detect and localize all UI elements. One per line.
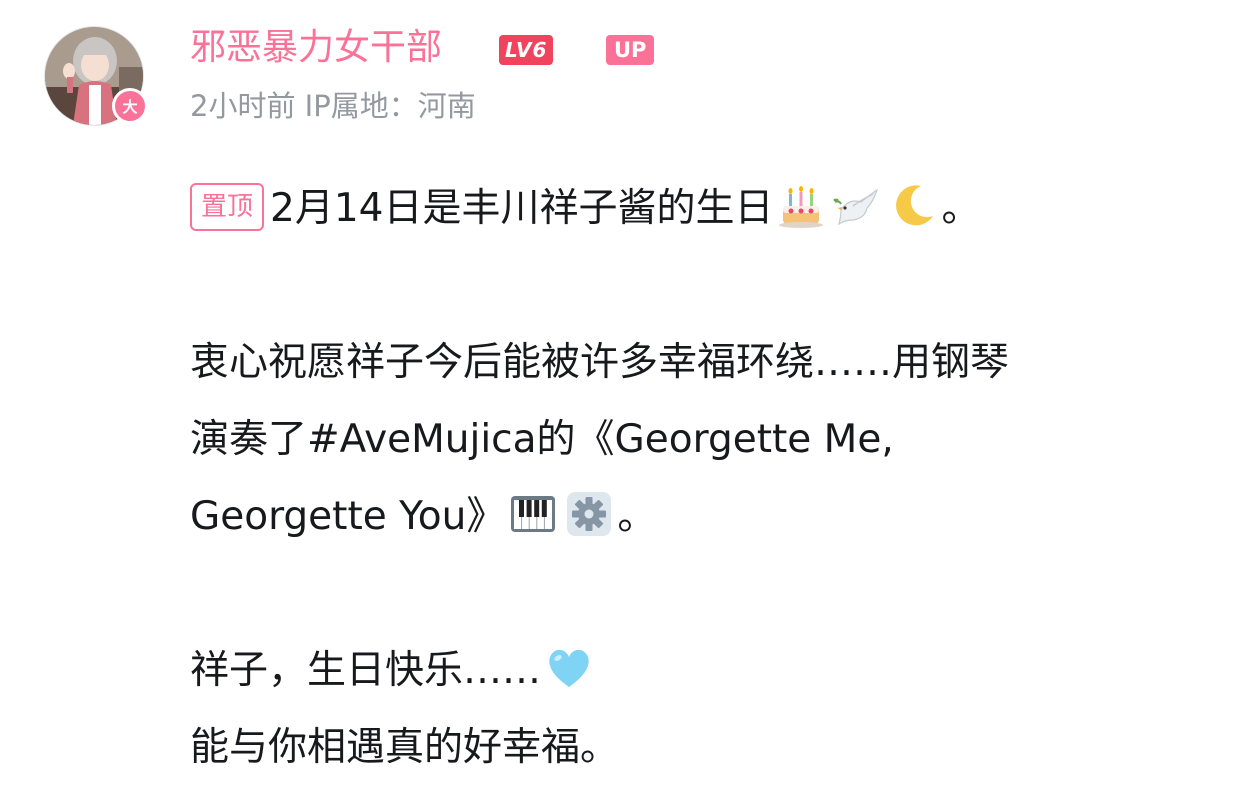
post-text-line-1: 2月14日是丰川祥子酱的生日: [270, 186, 774, 231]
post-line-4: Georgette You》 。: [190, 478, 1220, 555]
dove-icon: [831, 180, 883, 232]
crescent-moon-icon: [887, 180, 939, 232]
author-avatar-wrap[interactable]: 大: [44, 26, 148, 126]
level-badge: LV6: [499, 35, 554, 65]
birthday-cake-icon: [775, 180, 827, 232]
avatar-member-badge: 大: [112, 88, 148, 124]
post-line-2: 衷心祝愿祥子今后能被许多幸福环绕……用钢琴: [190, 324, 1220, 401]
post-blank-line: [190, 555, 1220, 632]
piano-keys-icon: [507, 488, 559, 540]
author-name[interactable]: 邪恶暴力女干部: [190, 26, 442, 70]
post-line-1: 置顶 2月14日是丰川祥子酱的生日 。: [190, 170, 1220, 247]
post-line-1-end: 。: [941, 186, 981, 231]
post-line-6: 能与你相遇真的好幸福。: [190, 709, 1220, 786]
up-badge: UP: [606, 35, 655, 65]
light-blue-heart-icon: [543, 642, 595, 694]
post-line-5: 祥子，生日快乐……: [190, 632, 1220, 709]
post-text-line-6: 能与你相遇真的好幸福。: [190, 725, 620, 770]
post-text-line-3[interactable]: 演奏了#AveMujica的《Georgette Me,: [190, 417, 894, 462]
gear-icon: [563, 488, 615, 540]
post-content: 置顶 2月14日是丰川祥子酱的生日 。 衷心祝愿祥子今后能被许多幸福环绕……用钢…: [190, 170, 1220, 786]
post-meta: 2小时前 IP属地：河南: [190, 89, 476, 123]
post-text-line-2: 衷心祝愿祥子今后能被许多幸福环绕……用钢琴: [190, 340, 1010, 385]
post-blank-line: [190, 247, 1220, 324]
pinned-tag: 置顶: [190, 182, 265, 231]
post-text-line-4: Georgette You》: [190, 494, 506, 539]
post-line-3: 演奏了#AveMujica的《Georgette Me,: [190, 401, 1220, 478]
post-text-line-5: 祥子，生日快乐……: [190, 648, 542, 693]
post-line-4-end: 。: [617, 494, 657, 539]
